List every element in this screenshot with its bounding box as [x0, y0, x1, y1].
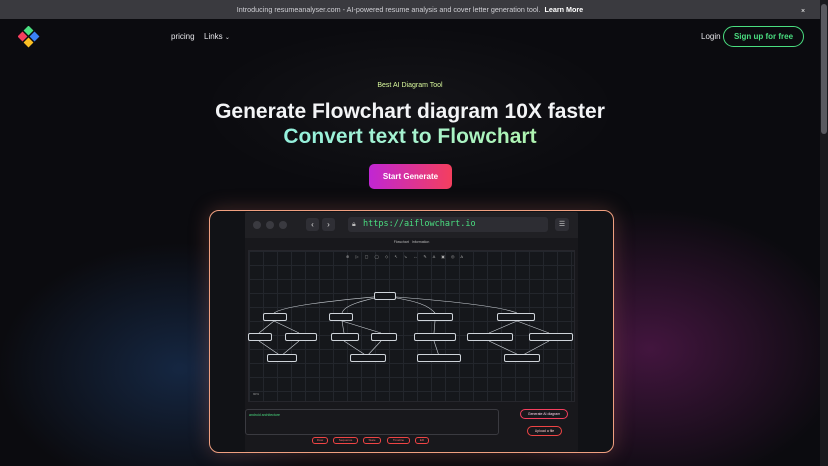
diagram-node — [417, 354, 461, 362]
diagram-canvas: ⊕ ▷ ▢ ◯ ◇ ↖ ↘ ↔ ✎ A ▣ ◎ A 90% — [248, 250, 575, 402]
preview-tabs: Flowchart Information — [245, 240, 578, 244]
diagram-node — [529, 333, 573, 341]
announcement-banner: Introducing resumeanalyser.com - AI-powe… — [0, 0, 820, 19]
url-bar: 🔒︎ https://aiflowchart.io — [348, 217, 548, 232]
url-text: https://aiflowchart.io — [363, 219, 476, 229]
tab-flowchart: Flowchart — [393, 240, 409, 244]
diagram-node — [350, 354, 386, 362]
chevron-down-icon: ⌄ — [224, 35, 230, 41]
generate-diagram-button: Generate AI diagram — [520, 409, 568, 419]
prompt-input: android architecture — [245, 409, 499, 435]
login-link[interactable]: Login — [701, 32, 721, 41]
diagram-node — [504, 354, 540, 362]
tab-information: Information — [411, 240, 430, 244]
chip-timeline: Timeline — [387, 437, 410, 444]
diagram-node — [263, 313, 287, 321]
back-arrow-icon: ‹ — [306, 218, 319, 231]
scrollbar-thumb[interactable] — [821, 4, 827, 134]
diagram-node — [371, 333, 397, 341]
window-dot — [266, 221, 274, 229]
banner-text: Introducing resumeanalyser.com - AI-powe… — [236, 5, 541, 14]
chip-state: State — [363, 437, 381, 444]
diagram-node — [267, 354, 297, 362]
chip-flow: Flow — [312, 437, 328, 444]
app-preview: ‹ › 🔒︎ https://aiflowchart.io ☰ Flowchar… — [245, 212, 578, 452]
menu-icon: ☰ — [555, 218, 569, 231]
diagram-node — [497, 313, 535, 321]
diagram-node — [285, 333, 317, 341]
window-dot — [279, 221, 287, 229]
learn-more-link[interactable]: Learn More — [544, 5, 583, 14]
close-icon[interactable]: × — [801, 8, 805, 15]
lock-icon: 🔒︎ — [352, 220, 356, 228]
chip-sequence: Sequence — [333, 437, 358, 444]
logo-icon[interactable] — [18, 26, 40, 48]
diagram-node — [417, 313, 453, 321]
hero-title: Generate Flowchart diagram 10X faster — [215, 100, 605, 123]
diagram-edges — [258, 295, 550, 357]
diagram-node — [374, 292, 396, 300]
diagram-node — [248, 333, 272, 341]
nav-pricing[interactable]: pricing — [171, 32, 195, 41]
diagram-node — [414, 333, 456, 341]
chip-er: ER — [415, 437, 429, 444]
forward-arrow-icon: › — [322, 218, 335, 231]
hero-subtitle: Convert text to Flowchart — [0, 125, 820, 149]
diagram-node — [331, 333, 359, 341]
browser-toolbar: ‹ › 🔒︎ https://aiflowchart.io ☰ — [245, 212, 578, 238]
nav-links-label: Links — [204, 32, 223, 41]
window-dot — [253, 221, 261, 229]
start-generate-button[interactable]: Start Generate — [369, 164, 452, 189]
signup-button[interactable]: Sign up for free — [723, 26, 804, 47]
upload-file-button: Upload a file — [527, 426, 562, 436]
nav-links[interactable]: Links ⌄ — [204, 32, 230, 41]
hero-eyebrow: Best AI Diagram Tool — [377, 82, 443, 89]
diagram-node — [329, 313, 353, 321]
diagram-node — [467, 333, 513, 341]
zoom-level: 90% — [253, 392, 260, 396]
scrollbar[interactable] — [820, 0, 828, 466]
